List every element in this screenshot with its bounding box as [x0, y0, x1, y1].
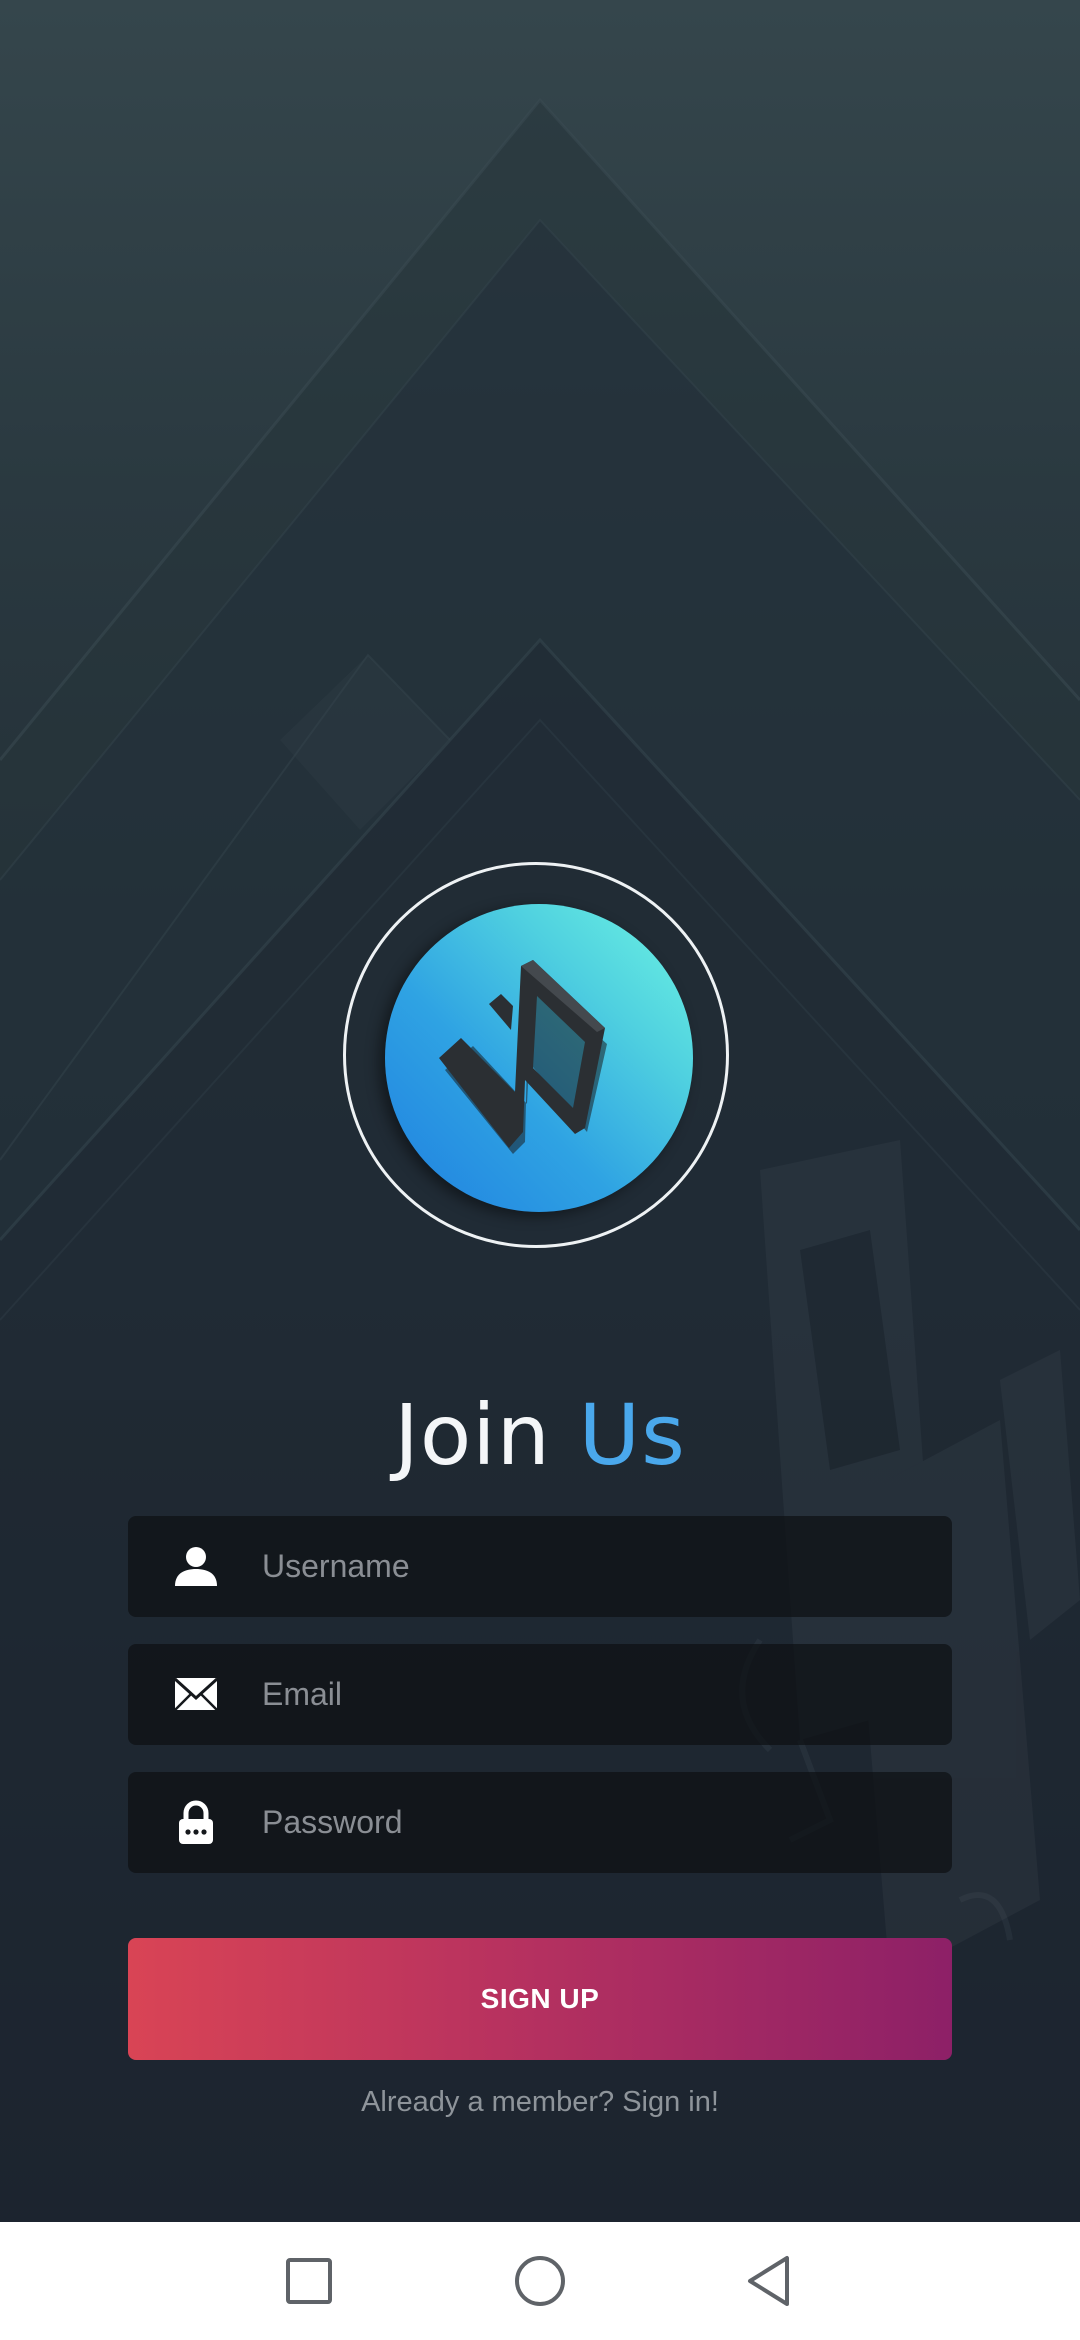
sign-in-link[interactable]: Already a member? Sign in! [0, 2080, 1080, 2124]
username-input[interactable] [262, 1516, 922, 1617]
back-icon[interactable] [733, 2244, 807, 2318]
system-nav-bar [0, 2222, 1080, 2340]
home-icon[interactable] [503, 2244, 577, 2318]
user-icon [175, 1547, 217, 1586]
lock-icon [179, 1800, 213, 1844]
recents-icon[interactable] [272, 2244, 346, 2318]
password-input[interactable] [262, 1772, 922, 1873]
email-field[interactable] [128, 1644, 952, 1745]
username-field[interactable] [128, 1516, 952, 1617]
envelope-icon [173, 1677, 219, 1711]
app-background: Join Us Username Email SIGN UP Already a… [0, 0, 1080, 2222]
password-field[interactable] [128, 1772, 952, 1873]
app-logo [385, 904, 693, 1212]
sign-up-button[interactable]: SIGN UP [128, 1938, 952, 2060]
title-word-join: Join [394, 1386, 551, 1484]
title-word-us: Us [578, 1386, 686, 1484]
screen: Join Us Username Email SIGN UP Already a… [0, 0, 1080, 2340]
page-title: Join Us [0, 1380, 1080, 1490]
app-logo-icon [439, 960, 607, 1154]
email-input[interactable] [262, 1644, 922, 1745]
